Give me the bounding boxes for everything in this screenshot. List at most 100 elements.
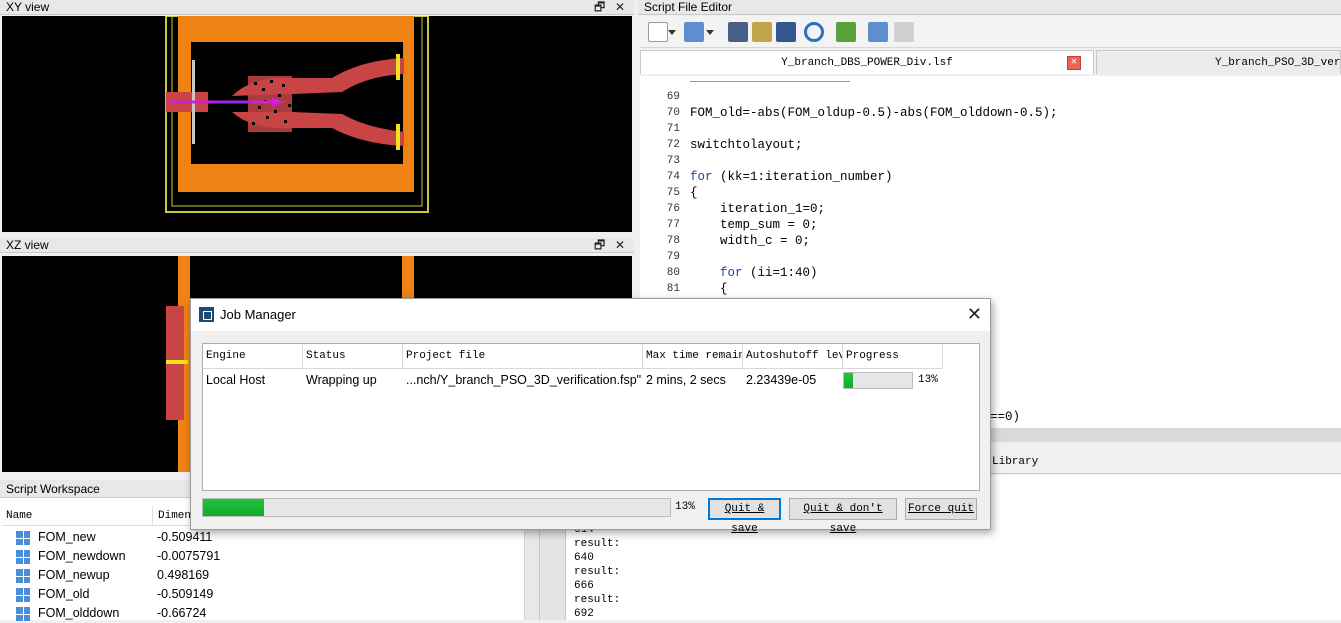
code-line: 76 iteration_1=0; bbox=[666, 202, 826, 216]
tab-library[interactable]: Library bbox=[992, 456, 1038, 468]
column-divider[interactable] bbox=[152, 506, 153, 526]
workspace-row[interactable]: FOM_newdown -0.0075791 bbox=[0, 547, 524, 566]
quit-dont-save-button[interactable]: Quit & don't save bbox=[789, 498, 897, 535]
job-progress-fill bbox=[844, 373, 853, 388]
job-manager-dialog: Job Manager ✕ Engine Status Project file… bbox=[190, 298, 991, 535]
force-quit-button[interactable]: Force quit bbox=[905, 498, 977, 520]
xy-view-title: XY view bbox=[6, 0, 50, 14]
restore-icon[interactable]: 🗗 bbox=[594, 0, 605, 15]
code-line: 78 width_c = 0; bbox=[666, 234, 811, 248]
matrix-icon bbox=[16, 531, 30, 545]
variable-value: 0.498169 bbox=[157, 568, 210, 582]
matrix-icon bbox=[16, 588, 30, 602]
column-header-progress[interactable]: Progress bbox=[843, 344, 943, 369]
job-engine: Local Host bbox=[206, 373, 266, 387]
code-line: 79 bbox=[666, 251, 680, 263]
variable-name: FOM_old bbox=[38, 587, 90, 601]
variable-name: FOM_olddown bbox=[38, 606, 120, 620]
code-line: 71 bbox=[666, 123, 680, 135]
next-icon[interactable] bbox=[894, 22, 914, 42]
overall-progress-label: 13% bbox=[675, 501, 695, 513]
refresh-icon[interactable] bbox=[804, 22, 824, 42]
close-icon[interactable]: ✕ bbox=[615, 238, 625, 253]
open-dropdown-icon[interactable] bbox=[706, 30, 714, 35]
job-status: Wrapping up bbox=[306, 373, 377, 387]
variable-name: FOM_newup bbox=[38, 568, 110, 582]
save-as-icon[interactable] bbox=[752, 22, 772, 42]
job-manager-title: Job Manager bbox=[220, 307, 296, 322]
workspace-row[interactable]: FOM_newup 0.498169 bbox=[0, 566, 524, 585]
overall-progress-bar bbox=[202, 498, 671, 517]
tab-y-branch-dbs[interactable]: Y_branch_DBS_POWER_Div.lsf ✕ bbox=[640, 50, 1094, 74]
tab-label: Y_branch_PSO_3D_verif bbox=[1215, 57, 1341, 69]
matrix-icon bbox=[16, 607, 30, 621]
column-header-name[interactable]: Name bbox=[6, 510, 32, 522]
new-file-icon[interactable] bbox=[648, 22, 668, 42]
job-project-file: ...nch/Y_branch_PSO_3D_verification.fsp" bbox=[406, 373, 642, 387]
column-header-engine[interactable]: Engine bbox=[203, 344, 303, 369]
console-line: 692 bbox=[574, 608, 594, 620]
column-header-status[interactable]: Status bbox=[303, 344, 403, 369]
variable-name: FOM_newdown bbox=[38, 549, 126, 563]
code-line: 81 { bbox=[666, 282, 728, 296]
tab-close-icon[interactable]: ✕ bbox=[1067, 56, 1081, 70]
code-line: 75{ bbox=[666, 186, 698, 200]
partial-code-line bbox=[690, 76, 850, 82]
restore-icon[interactable]: 🗗 bbox=[594, 238, 605, 253]
split-view-icon[interactable] bbox=[868, 22, 888, 42]
xy-view-canvas[interactable] bbox=[2, 16, 632, 232]
save-icon[interactable] bbox=[728, 22, 748, 42]
job-time-remaining: 2 mins, 2 secs bbox=[646, 373, 726, 387]
code-line: 80 for (ii=1:40) bbox=[666, 266, 818, 280]
variable-value: -0.509149 bbox=[157, 587, 214, 601]
column-header-project-file[interactable]: Project file bbox=[403, 344, 643, 369]
tab-y-branch-pso[interactable]: Y_branch_PSO_3D_verif bbox=[1096, 50, 1341, 74]
console-line: 666 bbox=[574, 580, 594, 592]
script-editor-title: Script File Editor bbox=[644, 0, 733, 14]
column-header-dimension[interactable]: Dimen bbox=[158, 510, 191, 522]
column-header-autoshutoff[interactable]: Autoshutoff lev bbox=[743, 344, 843, 369]
job-autoshutoff: 2.23439e-05 bbox=[746, 373, 817, 387]
workspace-row[interactable]: FOM_olddown -0.66724 bbox=[0, 604, 524, 623]
open-folder-icon[interactable] bbox=[684, 22, 704, 42]
code-line: 73 bbox=[666, 155, 680, 167]
workspace-row[interactable]: FOM_old -0.509149 bbox=[0, 585, 524, 604]
console-line: result: bbox=[574, 566, 621, 578]
script-editor-toolbar bbox=[640, 16, 1341, 48]
script-workspace-title: Script Workspace bbox=[6, 482, 100, 496]
close-icon[interactable]: ✕ bbox=[967, 303, 982, 325]
column-header-max-time[interactable]: Max time remain bbox=[643, 344, 743, 369]
run-script-icon[interactable] bbox=[836, 22, 856, 42]
close-icon[interactable]: ✕ bbox=[615, 0, 625, 15]
code-line: 72 switchtolayout; bbox=[666, 138, 803, 152]
xz-view-title: XZ view bbox=[6, 238, 49, 252]
new-file-dropdown-icon[interactable] bbox=[668, 30, 676, 35]
variable-value: -0.0075791 bbox=[157, 549, 221, 563]
jobs-table: Engine Status Project file Max time rema… bbox=[202, 343, 980, 491]
xy-view-title-bar: XY view 🗗 ✕ bbox=[0, 0, 634, 15]
lumerical-logo-icon bbox=[199, 307, 214, 322]
overall-progress-fill bbox=[203, 499, 264, 516]
variable-value: -0.66724 bbox=[157, 606, 207, 620]
quit-and-save-button[interactable]: Quit & save bbox=[708, 498, 781, 535]
job-manager-title-bar[interactable]: Job Manager ✕ bbox=[191, 299, 990, 331]
variable-value: -0.509411 bbox=[157, 530, 213, 544]
code-line: 70 FOM_old=-abs(FOM_oldup-0.5)-abs(FOM_ol… bbox=[666, 106, 1058, 120]
xy-layout-drawing bbox=[165, 16, 429, 213]
console-line: result: bbox=[574, 538, 621, 550]
code-line: 69 bbox=[666, 91, 680, 103]
tab-label: Y_branch_DBS_POWER_Div.lsf bbox=[781, 57, 953, 69]
xz-view-title-bar: XZ view 🗗 ✕ bbox=[0, 238, 634, 253]
job-progress-label: 13% bbox=[918, 374, 938, 386]
matrix-icon bbox=[16, 550, 30, 564]
code-line: 74 for (kk=1:iteration_number) bbox=[666, 170, 893, 184]
job-progress-bar bbox=[843, 372, 913, 389]
save-all-icon[interactable] bbox=[776, 22, 796, 42]
console-line: result: bbox=[574, 594, 621, 606]
matrix-icon bbox=[16, 569, 30, 583]
variable-name: FOM_new bbox=[38, 530, 96, 544]
console-line: 640 bbox=[574, 552, 594, 564]
code-line: 77 temp_sum = 0; bbox=[666, 218, 818, 232]
script-editor-title-bar: Script File Editor bbox=[638, 0, 1341, 15]
workspace-row[interactable]: FOM_new -0.509411 bbox=[0, 528, 524, 547]
